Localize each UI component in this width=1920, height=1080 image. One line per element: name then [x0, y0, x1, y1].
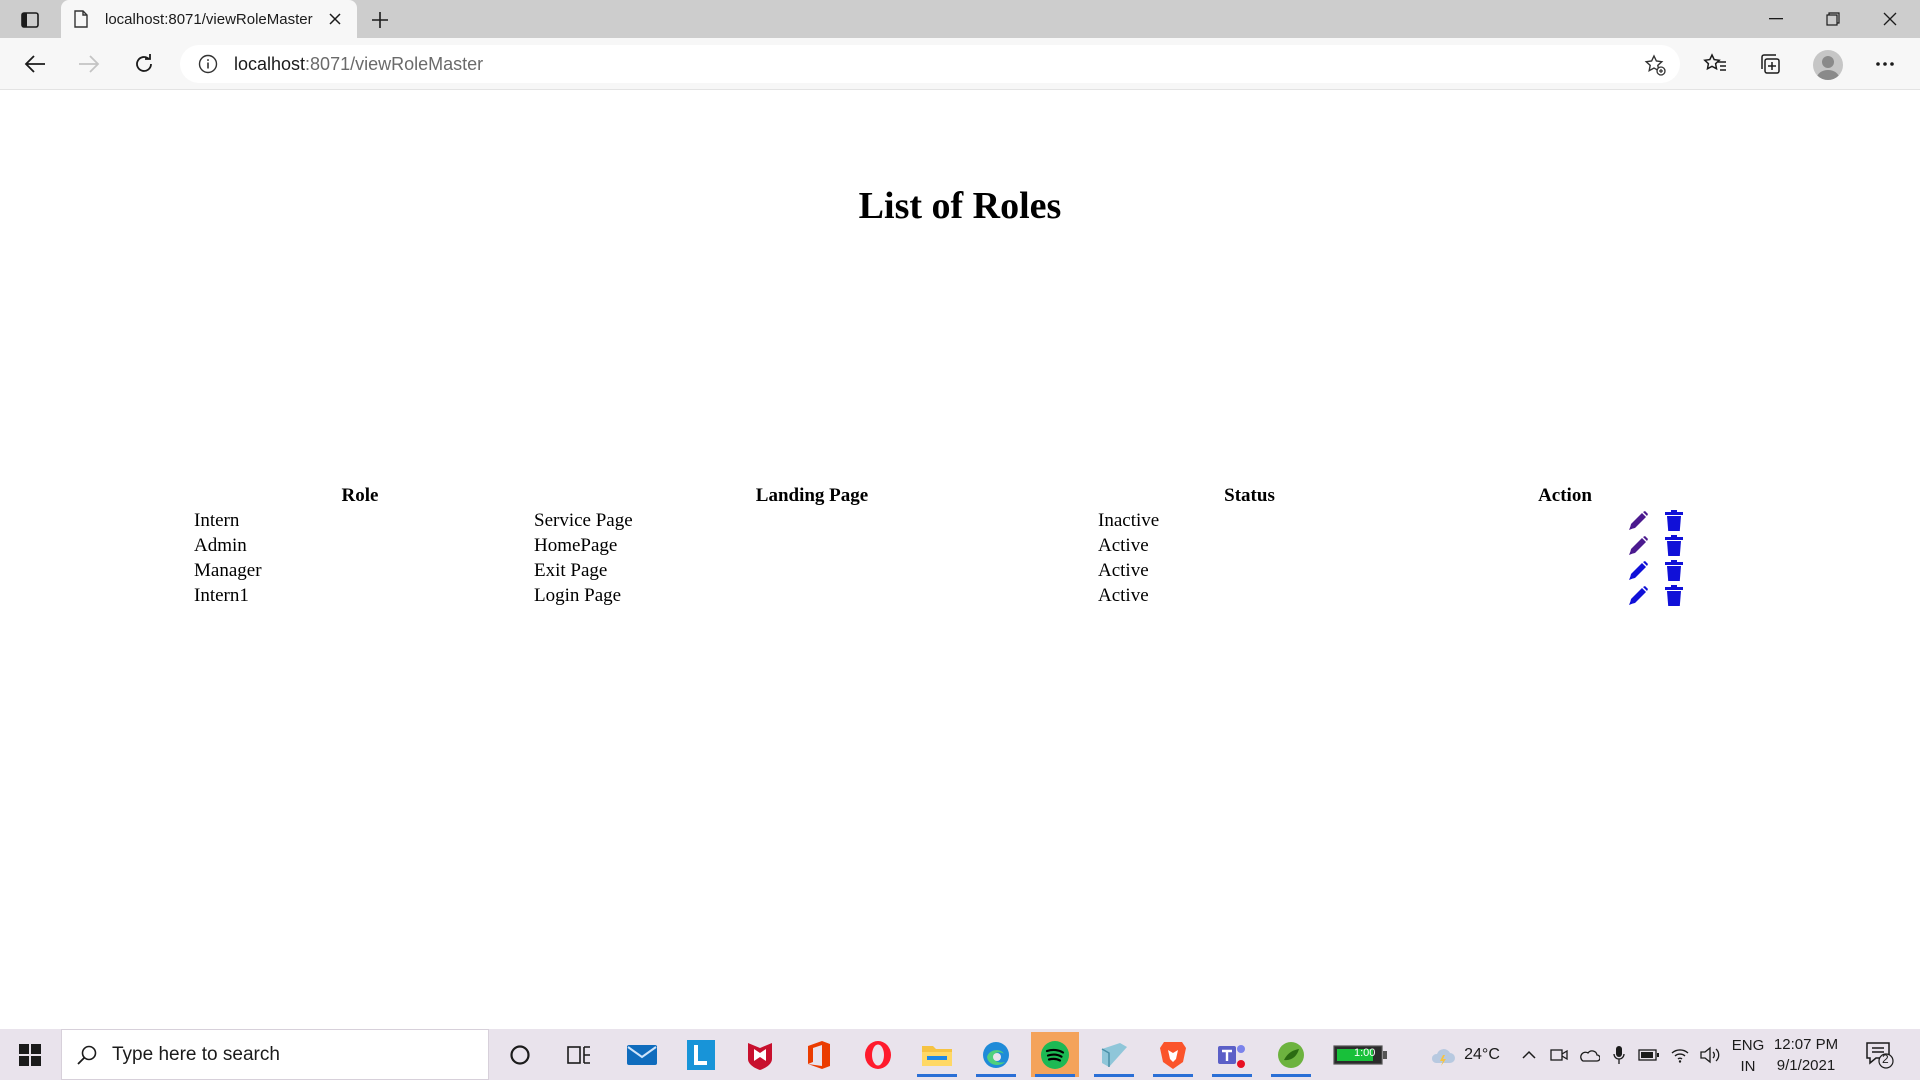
table-row: Manager Exit Page Active [190, 558, 1725, 583]
table-header-row: Role Landing Page Status Action [190, 484, 1725, 508]
browser-tab-strip: localhost:8071/viewRoleMaster [0, 0, 1920, 38]
battery-meter-icon[interactable]: 1:00 [1331, 1032, 1391, 1077]
table-row: Admin HomePage Active [190, 533, 1725, 558]
role-cell: Manager [194, 559, 262, 581]
mail-icon[interactable] [618, 1032, 666, 1077]
weather-widget[interactable]: 24°C [1420, 1029, 1510, 1080]
teams-icon[interactable] [1208, 1032, 1256, 1077]
favorites-icon[interactable] [1700, 50, 1730, 78]
landing-page-cell: HomePage [534, 534, 618, 556]
spotify-icon[interactable] [1031, 1032, 1079, 1077]
status-cell: Active [1098, 534, 1149, 556]
address-bar[interactable]: localhost:8071/viewRoleMaster [180, 45, 1680, 83]
status-cell: Active [1098, 559, 1149, 581]
onedrive-icon[interactable] [1577, 1029, 1601, 1080]
windows-taskbar: Type here to search 1:00 24°C ENG IN 12:… [0, 1029, 1920, 1080]
browser-toolbar: localhost:8071/viewRoleMaster [0, 38, 1920, 90]
table-row: Intern Service Page Inactive [190, 508, 1725, 533]
restore-icon[interactable] [1805, 0, 1861, 38]
landing-page-cell: Exit Page [534, 559, 608, 581]
site-info-icon[interactable] [198, 54, 218, 74]
notification-count: 2 [1882, 1052, 1889, 1066]
page-icon [74, 10, 88, 28]
chevron-up-icon[interactable] [1518, 1029, 1540, 1080]
more-options-icon[interactable] [1870, 50, 1900, 78]
edit-icon[interactable] [1627, 535, 1649, 557]
edit-icon[interactable] [1627, 510, 1649, 532]
weather-temp: 24°C [1464, 1045, 1500, 1063]
page-title: List of Roles [858, 185, 1062, 227]
microphone-icon[interactable] [1608, 1029, 1630, 1080]
browser-tab[interactable]: localhost:8071/viewRoleMaster [61, 0, 357, 38]
header-action: Action [1538, 485, 1592, 506]
action-cell [1405, 558, 1725, 583]
mcafee-icon[interactable] [736, 1032, 784, 1077]
collections-icon[interactable] [1755, 50, 1785, 78]
taskbar-search-input[interactable]: Type here to search [61, 1029, 489, 1080]
edit-icon[interactable] [1627, 585, 1649, 607]
refresh-icon[interactable] [129, 50, 159, 78]
cortana-icon[interactable] [496, 1032, 544, 1077]
spring-tool-icon[interactable] [1267, 1032, 1315, 1077]
delete-icon[interactable] [1664, 509, 1686, 532]
landing-page-cell: Login Page [534, 584, 622, 606]
action-cell [1405, 583, 1725, 608]
delete-icon[interactable] [1664, 534, 1686, 557]
brave-icon[interactable] [1149, 1032, 1197, 1077]
edge-icon[interactable] [972, 1032, 1020, 1077]
role-cell: Intern [194, 509, 240, 531]
close-tab-icon[interactable] [325, 9, 345, 29]
role-cell: Admin [194, 534, 247, 556]
clock-date: 9/1/2021 [1776, 1057, 1836, 1074]
header-landing-page: Landing Page [755, 485, 869, 506]
header-status: Status [1224, 485, 1275, 506]
delete-icon[interactable] [1664, 559, 1686, 582]
profile-avatar[interactable] [1813, 50, 1843, 80]
search-placeholder: Type here to search [112, 1043, 280, 1065]
status-cell: Active [1098, 584, 1149, 606]
delete-icon[interactable] [1664, 584, 1686, 607]
edit-icon[interactable] [1627, 560, 1649, 582]
taskbar-clock[interactable]: 12:07 PM 9/1/2021 [1760, 1034, 1852, 1076]
new-tab-icon[interactable] [367, 8, 393, 32]
action-cell [1405, 508, 1725, 533]
volume-icon[interactable] [1698, 1029, 1722, 1080]
opera-icon[interactable] [854, 1032, 902, 1077]
header-role: Role [341, 485, 379, 506]
add-favorite-icon[interactable] [1644, 54, 1666, 76]
url-text: localhost:8071/viewRoleMaster [234, 53, 484, 74]
task-view-icon[interactable] [555, 1032, 603, 1077]
action-cell [1405, 533, 1725, 558]
office-icon[interactable] [795, 1032, 843, 1077]
role-cell: Intern1 [194, 584, 249, 606]
minimize-icon[interactable] [1748, 0, 1804, 38]
meet-now-icon[interactable] [1548, 1029, 1570, 1080]
web-page: List of Roles Role Landing Page Status A… [0, 91, 1920, 1029]
roles-table: Role Landing Page Status Action Intern S… [190, 484, 1725, 608]
back-icon[interactable] [20, 50, 50, 78]
search-icon [77, 1045, 97, 1065]
close-window-icon[interactable] [1862, 0, 1918, 38]
file-explorer-icon[interactable] [913, 1032, 961, 1077]
clock-time: 12:07 PM [1773, 1036, 1839, 1053]
windows-start-icon[interactable] [0, 1029, 60, 1080]
status-cell: Inactive [1098, 509, 1160, 531]
battery-icon[interactable] [1637, 1029, 1661, 1080]
forward-icon [74, 50, 104, 78]
wifi-icon[interactable] [1668, 1029, 1692, 1080]
notification-center-icon[interactable]: 2 [1864, 1039, 1898, 1071]
notepad-icon[interactable] [1090, 1032, 1138, 1077]
table-row: Intern1 Login Page Active [190, 583, 1725, 608]
tab-actions-icon[interactable] [18, 9, 42, 31]
tab-title: localhost:8071/viewRoleMaster [105, 10, 313, 28]
battery-label: 1:00 [1354, 1047, 1376, 1059]
landing-page-cell: Service Page [534, 509, 633, 531]
linkedin-learning-icon[interactable] [677, 1032, 725, 1077]
